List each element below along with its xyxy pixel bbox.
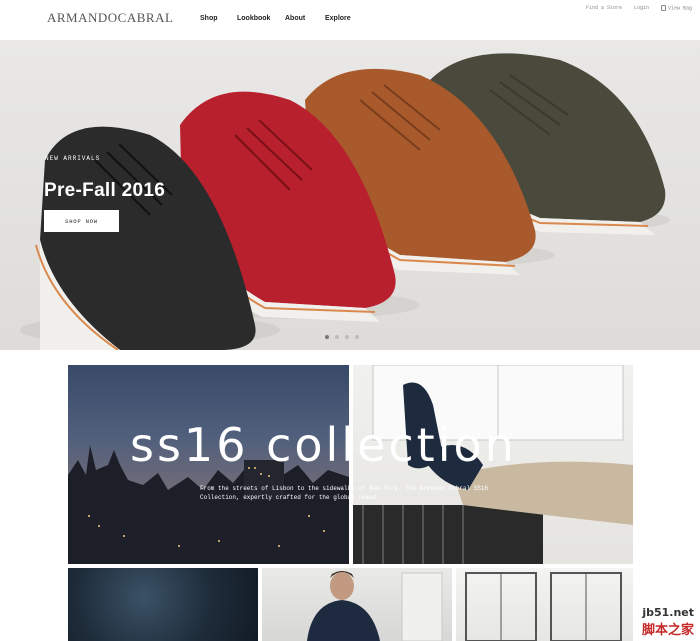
model-photo bbox=[307, 571, 443, 641]
view-bag-link[interactable]: View Bag bbox=[660, 5, 692, 12]
main-nav: Shop Lookbook About Explore bbox=[200, 15, 351, 22]
carousel-dot-1[interactable] bbox=[325, 335, 329, 339]
collection-description: From the streets of Lisbon to the sidewa… bbox=[200, 485, 489, 501]
shop-now-button[interactable]: SHOP NOW bbox=[44, 210, 119, 232]
find-store-link[interactable]: Find a Store bbox=[586, 5, 622, 11]
login-link[interactable]: Login bbox=[634, 5, 649, 11]
hero-eyebrow: NEW ARRIVALS bbox=[45, 155, 101, 162]
nav-lookbook[interactable]: Lookbook bbox=[237, 15, 285, 22]
site-header: ARMANDOCABRAL Shop Lookbook About Explor… bbox=[0, 0, 700, 40]
fabric-tile[interactable] bbox=[68, 568, 258, 641]
watermark-name: 脚本之家 bbox=[641, 623, 694, 638]
nav-explore[interactable]: Explore bbox=[325, 15, 351, 22]
utility-links: Find a Store Login View Bag bbox=[586, 5, 692, 11]
window-photo bbox=[465, 572, 622, 641]
collection-title: ss16 collection bbox=[130, 418, 517, 472]
view-bag-label: View Bag bbox=[667, 5, 692, 12]
nav-about[interactable]: About bbox=[285, 15, 325, 22]
model-tile[interactable] bbox=[262, 568, 452, 641]
brand-logo[interactable]: ARMANDOCABRAL bbox=[47, 10, 173, 26]
bag-icon bbox=[660, 5, 666, 11]
carousel-dot-2[interactable] bbox=[335, 335, 339, 339]
hero-banner[interactable]: NEW ARRIVALS Pre-Fall 2016 SHOP NOW bbox=[0, 40, 700, 350]
carousel-dot-4[interactable] bbox=[355, 335, 359, 339]
carousel-dot-3[interactable] bbox=[345, 335, 349, 339]
carousel-dots bbox=[325, 335, 359, 339]
site-watermark: jb51.net 脚本之家 bbox=[642, 606, 694, 638]
nav-shop[interactable]: Shop bbox=[200, 15, 237, 22]
window-tile[interactable] bbox=[456, 568, 633, 641]
hero-title: Pre-Fall 2016 bbox=[44, 180, 166, 201]
watermark-site: jb51.net bbox=[642, 606, 694, 619]
